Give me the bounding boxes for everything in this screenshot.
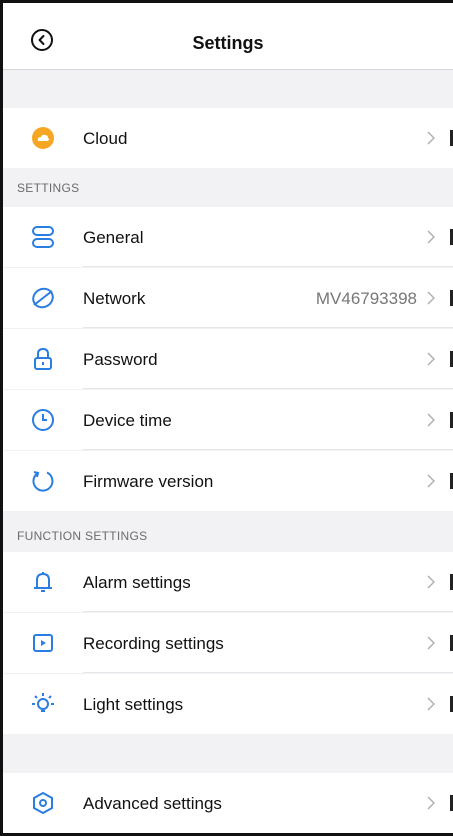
password-label: Password [83, 350, 158, 369]
device-time-row[interactable]: Device time [3, 390, 453, 450]
row-divider [83, 388, 453, 389]
general-label: General [83, 228, 144, 247]
advanced-settings-label: Advanced settings [83, 794, 222, 813]
alarm-settings-row[interactable]: Alarm settings [3, 552, 453, 612]
nav-bar: Settings [3, 3, 453, 70]
page-title: Settings [192, 33, 264, 53]
row-divider [83, 672, 453, 673]
general-row[interactable]: General [3, 207, 453, 267]
toggle-switch-icon [32, 226, 54, 248]
recording-settings-label: Recording settings [83, 634, 224, 653]
settings-screen: Settings Cloud SETTINGS General Network … [0, 0, 453, 836]
chevron-right-icon [427, 291, 435, 305]
row-divider [83, 611, 453, 612]
chevron-right-icon [427, 796, 435, 810]
password-row[interactable]: Password [3, 329, 453, 389]
chevron-right-icon [427, 131, 435, 145]
cloud-icon [32, 127, 54, 149]
cloud-label: Cloud [83, 129, 128, 148]
network-value: MV46793398 [315, 289, 417, 308]
video-play-icon [33, 634, 53, 652]
alarm-settings-label: Alarm settings [83, 573, 191, 592]
network-row[interactable]: Network MV46793398 [3, 268, 453, 328]
chevron-right-icon [427, 575, 435, 589]
lock-icon [34, 347, 52, 370]
row-divider [83, 327, 453, 328]
network-label: Network [83, 289, 146, 308]
chevron-right-icon [427, 230, 435, 244]
firmware-version-label: Firmware version [83, 472, 214, 491]
recording-settings-row[interactable]: Recording settings [3, 613, 453, 673]
chevron-right-icon [427, 352, 435, 366]
refresh-icon [32, 471, 54, 492]
bell-icon [34, 572, 52, 592]
settings-hexagon-icon [33, 791, 53, 815]
clock-icon [32, 409, 54, 431]
lightbulb-icon [32, 693, 54, 712]
advanced-settings-row[interactable]: Advanced settings [3, 773, 453, 833]
light-settings-row[interactable]: Light settings [3, 674, 453, 734]
light-settings-label: Light settings [83, 695, 184, 714]
device-time-label: Device time [83, 411, 172, 430]
firmware-version-row[interactable]: Firmware version [3, 451, 453, 511]
row-divider [83, 449, 453, 450]
chevron-right-icon [427, 636, 435, 650]
chevron-right-icon [427, 474, 435, 488]
function-settings-section-header: FUNCTION SETTINGS [17, 529, 148, 543]
globe-icon [32, 287, 54, 309]
row-divider [83, 266, 453, 267]
settings-section-header: SETTINGS [17, 181, 80, 195]
chevron-right-icon [427, 697, 435, 711]
cloud-row[interactable]: Cloud [3, 108, 453, 168]
chevron-right-icon [427, 413, 435, 427]
